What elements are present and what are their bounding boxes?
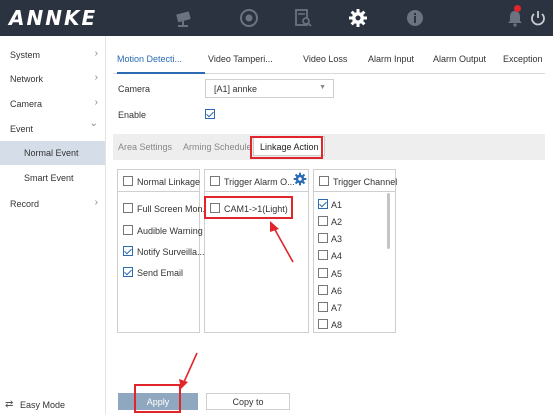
playback-icon[interactable]	[238, 7, 260, 29]
notification-dot	[514, 5, 521, 12]
linkage-action-highlight	[250, 136, 323, 159]
tab-alarm-input[interactable]: Alarm Input	[368, 54, 414, 64]
notify-surveillance-checkbox[interactable]	[123, 246, 133, 256]
full-screen-monitoring-checkbox[interactable]	[123, 203, 133, 213]
trigger-channel-header-label: Trigger Channel	[333, 177, 398, 187]
tab-motion-detection[interactable]: Motion Detecti...	[117, 54, 182, 64]
channel-a4-label: A4	[331, 251, 343, 261]
gear-settings-icon[interactable]	[293, 172, 307, 191]
tab-arming-schedule[interactable]: Arming Schedule	[183, 142, 252, 152]
copy-to-button[interactable]: Copy to	[206, 393, 290, 410]
channel-a5-label: A5	[331, 269, 343, 279]
sidebar-item-event[interactable]: Event ⌄	[0, 116, 106, 142]
send-email-label: Send Email	[137, 268, 184, 278]
tab-video-loss[interactable]: Video Loss	[303, 54, 347, 64]
sidebar-item-label: Event	[10, 124, 34, 134]
channel-a7-checkbox[interactable]	[318, 302, 328, 312]
dropdown-arrow-icon: ▼	[319, 84, 326, 91]
chevron-right-icon: ›	[94, 97, 98, 108]
camera-select-value: [A1] annke	[214, 84, 258, 94]
sidebar-item-label: System	[10, 50, 41, 60]
sidebar-item-system[interactable]: System ›	[0, 42, 106, 68]
apply-button-highlight	[134, 384, 181, 413]
channel-a6-label: A6	[331, 286, 343, 296]
trigger-alarm-panel	[204, 169, 309, 333]
normal-linkage-header-label: Normal Linkage	[137, 177, 201, 187]
trigger-alarm-header-label: Trigger Alarm O...	[224, 177, 295, 187]
chevron-right-icon: ›	[94, 72, 98, 83]
chevron-down-icon: ⌄	[89, 118, 98, 129]
tab-video-tampering[interactable]: Video Tamperi...	[208, 54, 273, 64]
channel-scrollbar[interactable]	[387, 193, 390, 249]
send-email-checkbox[interactable]	[123, 267, 133, 277]
channel-a8-label: A8	[331, 320, 343, 330]
sidebar-item-label: Normal Event	[24, 148, 79, 158]
channel-a2-label: A2	[331, 217, 343, 227]
easy-mode-label: Easy Mode	[20, 400, 66, 410]
sidebar-item-label: Record	[10, 199, 40, 209]
audible-warning-label: Audible Warning	[137, 226, 203, 236]
tab-area-settings[interactable]: Area Settings	[118, 142, 172, 152]
channel-a2-checkbox[interactable]	[318, 216, 328, 226]
sidebar-item-camera[interactable]: Camera ›	[0, 91, 106, 117]
full-screen-monitoring-label: Full Screen Mon...	[137, 204, 211, 214]
tab-exception[interactable]: Exception	[503, 54, 543, 64]
channel-a4-checkbox[interactable]	[318, 250, 328, 260]
enable-checkbox[interactable]	[205, 109, 215, 119]
gear-icon[interactable]	[347, 7, 369, 29]
channel-a8-checkbox[interactable]	[318, 319, 328, 329]
cam1-light-highlight	[204, 196, 293, 219]
channel-a3-checkbox[interactable]	[318, 233, 328, 243]
channel-a5-checkbox[interactable]	[318, 268, 328, 278]
chevron-right-icon: ›	[94, 48, 98, 59]
arrow-to-apply	[179, 352, 198, 389]
sidebar-item-smart-event[interactable]: Smart Event	[0, 166, 105, 190]
notify-surveillance-label: Notify Surveilla...	[137, 247, 205, 257]
event-tabs: Motion Detecti... Video Tamperi... Video…	[113, 48, 545, 74]
sidebar-item-label: Camera	[10, 99, 43, 109]
normal-linkage-select-all-checkbox[interactable]	[123, 176, 133, 186]
camera-label: Camera	[118, 84, 151, 94]
channel-a3-label: A3	[331, 234, 343, 244]
audible-warning-checkbox[interactable]	[123, 225, 133, 235]
sidebar-item-record[interactable]: Record ›	[0, 191, 106, 217]
sidebar-item-label: Network	[10, 74, 44, 84]
enable-label: Enable	[118, 110, 147, 120]
sidebar: System › Network › Camera › Event ⌄ Norm…	[0, 36, 106, 414]
easy-mode-button[interactable]: ⇄ Easy Mode	[0, 396, 106, 414]
tab-alarm-output[interactable]: Alarm Output	[433, 54, 486, 64]
sidebar-item-normal-event[interactable]: Normal Event	[0, 141, 105, 165]
camera-select[interactable]: [A1] annke ▼	[205, 79, 334, 98]
camera-icon[interactable]	[174, 7, 196, 29]
sidebar-item-label: Smart Event	[24, 173, 74, 183]
trigger-alarm-select-all-checkbox[interactable]	[210, 176, 220, 186]
channel-a1-label: A1	[331, 200, 343, 210]
brand-logo: ANNKE	[9, 6, 98, 30]
top-bar: ANNKE	[0, 0, 553, 36]
channel-a6-checkbox[interactable]	[318, 285, 328, 295]
motion-subtabs: Area Settings Arming Schedule Linkage Ac…	[113, 134, 545, 160]
active-tab-indicator	[117, 72, 205, 74]
channel-a7-label: A7	[331, 303, 343, 313]
sidebar-item-network[interactable]: Network ›	[0, 66, 106, 92]
info-icon[interactable]	[404, 7, 426, 29]
swap-icon: ⇄	[5, 399, 14, 410]
trigger-channel-select-all-checkbox[interactable]	[319, 176, 329, 186]
search-file-icon[interactable]	[292, 7, 314, 29]
chevron-right-icon: ›	[94, 197, 98, 208]
channel-a1-checkbox[interactable]	[318, 199, 328, 209]
power-icon[interactable]	[527, 7, 549, 29]
